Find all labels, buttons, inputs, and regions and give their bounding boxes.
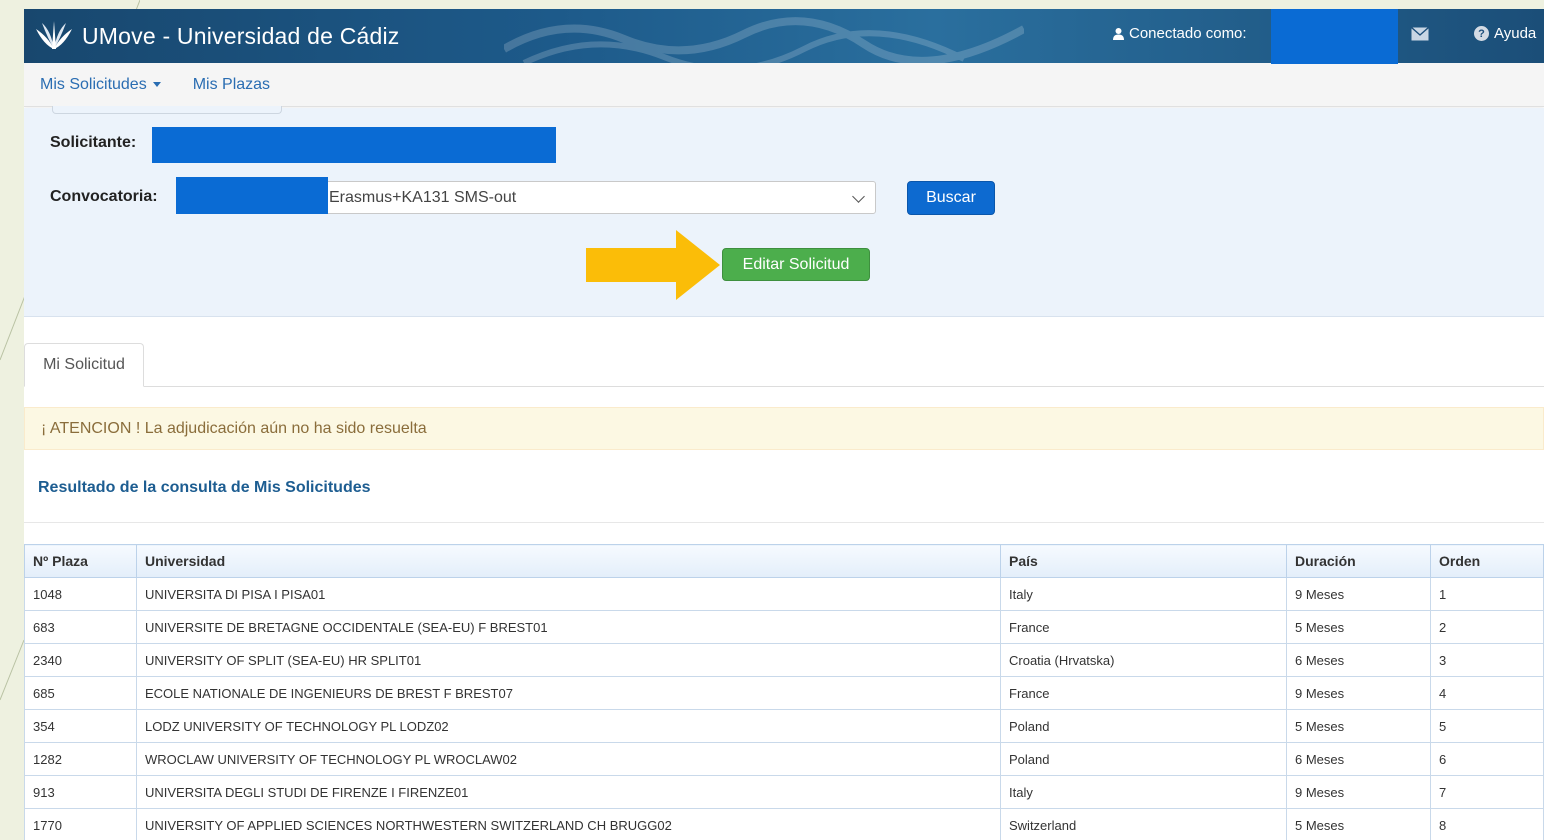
nav-mis-solicitudes[interactable]: Mis Solicitudes bbox=[24, 76, 177, 94]
nav-label: Mis Solicitudes bbox=[40, 75, 147, 93]
main-nav: Mis Solicitudes Mis Plazas bbox=[24, 63, 1544, 107]
table-cell: 5 Meses bbox=[1286, 808, 1431, 840]
umove-logo-icon[interactable] bbox=[34, 19, 74, 53]
table-cell: UNIVERSITY OF APPLIED SCIENCES NORTHWEST… bbox=[136, 808, 1001, 840]
help-label: Ayuda bbox=[1494, 25, 1537, 42]
divider bbox=[24, 522, 1544, 523]
table-cell: 1282 bbox=[24, 742, 137, 776]
table-cell: Italy bbox=[1000, 577, 1287, 611]
question-circle-icon: ? bbox=[1474, 26, 1489, 41]
table-cell: 4 bbox=[1430, 676, 1544, 710]
table-cell: Italy bbox=[1000, 775, 1287, 809]
table-cell: Poland bbox=[1000, 709, 1287, 743]
table-cell: 7 bbox=[1430, 775, 1544, 809]
table-row[interactable]: 1770 UNIVERSITY OF APPLIED SCIENCES NORTH… bbox=[24, 808, 1544, 840]
table-cell: ECOLE NATIONALE DE INGENIEURS DE BREST F… bbox=[136, 676, 1001, 710]
header-pattern bbox=[504, 17, 1024, 63]
results-title: Resultado de la consulta de Mis Solicitu… bbox=[38, 479, 371, 496]
table-cell: 913 bbox=[24, 775, 137, 809]
table-cell: UNIVERSITA DI PISA I PISA01 bbox=[136, 577, 1001, 611]
table-cell: 1 bbox=[1430, 577, 1544, 611]
nav-mis-plazas[interactable]: Mis Plazas bbox=[177, 76, 286, 94]
table-cell: LODZ UNIVERSITY OF TECHNOLOGY PL LODZ02 bbox=[136, 709, 1001, 743]
table-cell: Poland bbox=[1000, 742, 1287, 776]
table-row[interactable]: 354 LODZ UNIVERSITY OF TECHNOLOGY PL LODZ… bbox=[24, 709, 1544, 743]
envelope-icon[interactable] bbox=[1411, 27, 1429, 41]
table-cell: 2 bbox=[1430, 610, 1544, 644]
table-cell: 1770 bbox=[24, 808, 137, 840]
table-cell: 1048 bbox=[24, 577, 137, 611]
table-row[interactable]: 683 UNIVERSITE DE BRETAGNE OCCIDENTALE (S… bbox=[24, 610, 1544, 644]
table-cell: 3 bbox=[1430, 643, 1544, 677]
table-cell: 685 bbox=[24, 676, 137, 710]
user-icon bbox=[1113, 28, 1124, 40]
column-header[interactable]: Nº Plaza bbox=[24, 544, 137, 578]
table-cell: Croatia (Hrvatska) bbox=[1000, 643, 1287, 677]
table-body: 1048 UNIVERSITA DI PISA I PISA01 Italy 9 Me… bbox=[24, 577, 1544, 840]
table-cell: UNIVERSITY OF SPLIT (SEA-EU) HR SPLIT01 bbox=[136, 643, 1001, 677]
table-cell: 5 bbox=[1430, 709, 1544, 743]
search-button[interactable]: Buscar bbox=[907, 181, 995, 215]
chevron-down-icon bbox=[852, 190, 865, 203]
column-header[interactable]: Orden bbox=[1430, 544, 1544, 578]
table-row[interactable]: 2340 UNIVERSITY OF SPLIT (SEA-EU) HR SPLI… bbox=[24, 643, 1544, 677]
table-cell: 9 Meses bbox=[1286, 775, 1431, 809]
call-selected-value: Erasmus+KA131 SMS-out bbox=[329, 188, 517, 206]
warning-alert: ¡ ATENCION ! La adjudicación aún no ha s… bbox=[24, 407, 1544, 450]
table-cell: 683 bbox=[24, 610, 137, 644]
table-cell: 6 Meses bbox=[1286, 643, 1431, 677]
table-cell: UNIVERSITE DE BRETAGNE OCCIDENTALE (SEA-… bbox=[136, 610, 1001, 644]
table-cell: France bbox=[1000, 676, 1287, 710]
column-header[interactable]: Universidad bbox=[136, 544, 1001, 578]
table-cell: 2340 bbox=[24, 643, 137, 677]
table-cell: 354 bbox=[24, 709, 137, 743]
table-row[interactable]: 1282 WROCLAW UNIVERSITY OF TECHNOLOGY PL … bbox=[24, 742, 1544, 776]
redacted-call-prefix bbox=[176, 177, 328, 214]
app-window: UMove - Universidad de Cádiz Conectado c… bbox=[24, 9, 1544, 840]
table-row[interactable]: 1048 UNIVERSITA DI PISA I PISA01 Italy 9 Me… bbox=[24, 577, 1544, 611]
table-cell: 9 Meses bbox=[1286, 676, 1431, 710]
table-cell: 5 Meses bbox=[1286, 610, 1431, 644]
table-row[interactable]: 685 ECOLE NATIONALE DE INGENIEURS DE BRES… bbox=[24, 676, 1544, 710]
column-header[interactable]: Duración bbox=[1286, 544, 1431, 578]
results-table: Nº Plaza Universidad País Duración Orden… bbox=[24, 544, 1544, 840]
caret-down-icon bbox=[152, 82, 161, 87]
tab-strip: Mi Solicitud bbox=[24, 343, 1544, 387]
table-cell: 5 Meses bbox=[1286, 709, 1431, 743]
redacted-username bbox=[1271, 9, 1398, 64]
table-cell: UNIVERSITA DEGLI STUDI DE FIRENZE I FIRE… bbox=[136, 775, 1001, 809]
arrow-right-icon bbox=[586, 230, 720, 300]
search-panel: Solicitante: Convocatoria: Erasmus+KA131… bbox=[24, 106, 1544, 317]
nav-label: Mis Plazas bbox=[192, 75, 271, 93]
column-header[interactable]: País bbox=[1000, 544, 1287, 578]
table-row[interactable]: 913 UNIVERSITA DEGLI STUDI DE FIRENZE I F… bbox=[24, 775, 1544, 809]
table-cell: 6 Meses bbox=[1286, 742, 1431, 776]
table-cell: 6 bbox=[1430, 742, 1544, 776]
table-header-row: Nº Plaza Universidad País Duración Orden bbox=[24, 544, 1544, 578]
redacted-applicant bbox=[152, 127, 556, 163]
brand-title[interactable]: UMove - Universidad de Cádiz bbox=[82, 23, 400, 50]
connected-label: Conectado como: bbox=[1129, 25, 1247, 42]
table-cell: Switzerland bbox=[1000, 808, 1287, 840]
top-header: UMove - Universidad de Cádiz Conectado c… bbox=[24, 9, 1544, 64]
connected-as: Conectado como: bbox=[1112, 25, 1247, 42]
table-cell: France bbox=[1000, 610, 1287, 644]
call-label: Convocatoria: bbox=[50, 188, 158, 205]
table-cell: WROCLAW UNIVERSITY OF TECHNOLOGY PL WROC… bbox=[136, 742, 1001, 776]
help-link[interactable]: ? Ayuda bbox=[1474, 25, 1536, 42]
applicant-label: Solicitante: bbox=[50, 134, 137, 151]
table-cell: 9 Meses bbox=[1286, 577, 1431, 611]
table-cell: 8 bbox=[1430, 808, 1544, 840]
tab-mi-solicitud[interactable]: Mi Solicitud bbox=[24, 343, 144, 387]
edit-request-button[interactable]: Editar Solicitud bbox=[722, 248, 870, 281]
panel-tab-stub bbox=[52, 106, 282, 114]
